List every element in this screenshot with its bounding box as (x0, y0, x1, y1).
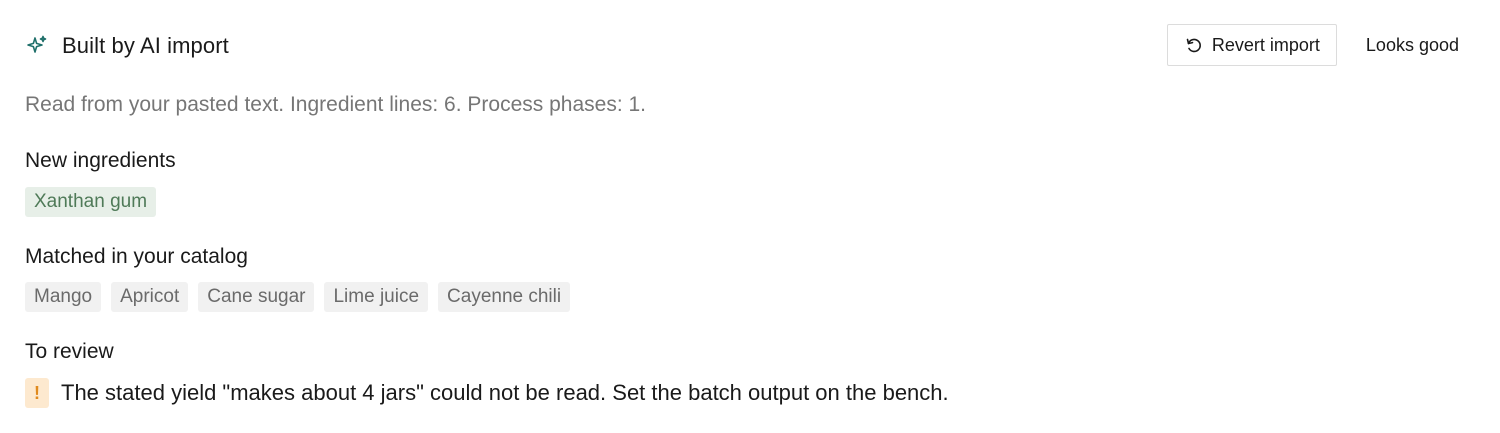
new-ingredient-chip: Xanthan gum (25, 187, 157, 217)
warning-icon: ! (25, 378, 49, 408)
new-ingredients-heading: New ingredients (25, 149, 176, 172)
matched-chip: Mango (25, 282, 102, 312)
matched-list: Mango Apricot Cane sugar Lime juice Caye… (25, 282, 571, 312)
sparkle-icon (25, 34, 49, 58)
review-item-text: The stated yield "makes about 4 jars" co… (61, 380, 949, 405)
to-review-heading: To review (25, 340, 114, 363)
matched-chip: Cayenne chili (438, 282, 571, 312)
panel-header: Built by AI import (25, 26, 229, 66)
revert-import-button[interactable]: Revert import (1166, 24, 1337, 66)
matched-chip: Apricot (111, 282, 189, 312)
new-ingredients-list: Xanthan gum (25, 187, 157, 217)
header-actions: Revert import Looks good (1166, 24, 1475, 66)
matched-heading: Matched in your catalog (25, 245, 248, 268)
undo-icon (1184, 35, 1204, 55)
looks-good-button[interactable]: Looks good (1350, 24, 1475, 66)
ai-import-panel: Built by AI import Revert import Looks g… (0, 0, 1500, 433)
page-title: Built by AI import (62, 33, 229, 58)
matched-chip: Cane sugar (198, 282, 315, 312)
import-summary: Read from your pasted text. Ingredient l… (25, 93, 646, 116)
matched-chip: Lime juice (324, 282, 429, 312)
review-item: ! The stated yield "makes about 4 jars" … (25, 378, 949, 408)
revert-import-label: Revert import (1211, 34, 1320, 55)
